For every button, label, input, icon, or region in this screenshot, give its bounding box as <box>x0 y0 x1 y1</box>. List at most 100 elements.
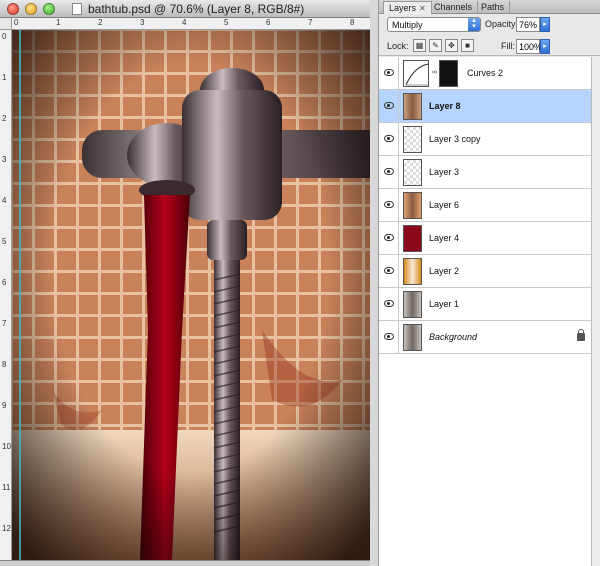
blend-row: Multiply ▴ ▾ Opacity: 76% ▸ <box>379 14 600 36</box>
layer-name: Layer 1 <box>429 299 460 309</box>
select-arrows-icon: ▴ ▾ <box>468 17 480 31</box>
eye-icon <box>384 333 394 340</box>
ruler-tick-label: 11 <box>2 483 11 492</box>
opacity-input[interactable]: 76% <box>516 17 540 32</box>
ruler-tick-label: 7 <box>308 18 313 27</box>
tab-paths[interactable]: Paths <box>476 1 511 14</box>
lock-transparent-pixels-button[interactable]: ▦ <box>413 39 426 52</box>
layer-row-layer-2[interactable]: Layer 2 <box>379 255 591 288</box>
tab-layers[interactable]: Layers ✕ <box>383 1 432 14</box>
layer-row-background[interactable]: Background <box>379 321 591 354</box>
layer-row-layer-8[interactable]: Layer 8 <box>379 90 591 123</box>
layer-row-layer-3[interactable]: Layer 3 <box>379 156 591 189</box>
lock-all-button[interactable]: ■ <box>461 39 474 52</box>
tab-label: Paths <box>481 2 505 12</box>
ruler-origin[interactable] <box>0 18 12 30</box>
visibility-toggle[interactable] <box>379 156 399 188</box>
opacity-slider-button[interactable]: ▸ <box>540 17 550 32</box>
visibility-toggle[interactable] <box>379 90 399 122</box>
visibility-toggle[interactable] <box>379 321 399 353</box>
eye-icon <box>384 69 394 76</box>
visibility-toggle[interactable] <box>379 222 399 254</box>
curves-adjustment-icon <box>403 60 429 87</box>
mask-link-icon: ∞ <box>432 69 437 76</box>
visibility-toggle[interactable] <box>379 255 399 287</box>
opacity-label: Opacity: <box>485 19 519 29</box>
eye-icon <box>384 234 394 241</box>
layer-row-curves-2[interactable]: ∞ Curves 2 <box>379 57 591 90</box>
blend-mode-value: Multiply <box>392 20 423 30</box>
guide-line[interactable] <box>19 30 21 560</box>
ruler-tick-label: 3 <box>140 18 145 27</box>
ruler-tick-label: 8 <box>2 360 7 369</box>
lock-row: Lock: ▦ ✎ ✥ ■ Fill: 100% ▸ <box>379 36 600 56</box>
ruler-tick-label: 1 <box>56 18 61 27</box>
ruler-tick-label: 0 <box>2 32 7 41</box>
close-icon[interactable]: ✕ <box>419 4 426 13</box>
layer-name: Layer 3 copy <box>429 134 481 144</box>
blend-mode-select[interactable]: Multiply ▴ ▾ <box>387 17 481 32</box>
layer-name: Layer 8 <box>429 101 461 111</box>
layers-panel: Layers ✕ Channels Paths Multiply ▴ ▾ Opaci… <box>378 0 600 566</box>
eye-icon <box>384 135 394 142</box>
layer-thumbnail <box>403 225 422 252</box>
ruler-tick-label: 2 <box>98 18 103 27</box>
ruler-tick-label: 8 <box>350 18 355 27</box>
document-window: bathtub.psd @ 70.6% (Layer 8, RGB/8#) 0 … <box>0 0 370 566</box>
tab-label: Layers <box>389 3 417 13</box>
layer-row-layer-1[interactable]: Layer 1 <box>379 288 591 321</box>
layer-row-layer-4[interactable]: Layer 4 <box>379 222 591 255</box>
layers-scrollbar[interactable] <box>591 57 600 566</box>
ruler-tick-label: 6 <box>266 18 271 27</box>
eye-icon <box>384 102 394 109</box>
zoom-window-button[interactable] <box>43 3 55 15</box>
lock-label: Lock: <box>387 41 409 51</box>
horizontal-ruler[interactable]: 0 1 2 3 4 5 6 7 8 <box>12 18 370 30</box>
ruler-tick-label: 7 <box>2 319 7 328</box>
tab-channels[interactable]: Channels <box>429 1 479 14</box>
ruler-tick-label: 4 <box>182 18 187 27</box>
visibility-toggle[interactable] <box>379 288 399 320</box>
panel-tabs: Layers ✕ Channels Paths <box>379 0 600 14</box>
document-icon <box>72 3 82 15</box>
fill-input[interactable]: 100% <box>516 39 542 54</box>
bathtub-photo <box>12 30 370 560</box>
fill-slider-button[interactable]: ▸ <box>540 39 550 54</box>
close-window-button[interactable] <box>7 3 19 15</box>
ruler-tick-label: 6 <box>2 278 7 287</box>
layer-row-layer-6[interactable]: Layer 6 <box>379 189 591 222</box>
eye-icon <box>384 267 394 274</box>
layer-thumbnail <box>403 93 422 120</box>
ruler-tick-label: 12 <box>2 524 11 533</box>
layer-mask-thumbnail[interactable] <box>439 60 458 87</box>
ruler-tick-label: 9 <box>2 401 7 410</box>
layer-name: Layer 6 <box>429 200 460 210</box>
eye-icon <box>384 168 394 175</box>
vertical-ruler[interactable]: 0 1 2 3 4 5 6 7 8 9 10 11 12 <box>0 30 12 560</box>
layer-thumbnail <box>403 126 422 153</box>
ruler-tick-label: 5 <box>224 18 229 27</box>
ruler-tick-label: 2 <box>2 114 7 123</box>
visibility-toggle[interactable] <box>379 189 399 221</box>
visibility-toggle[interactable] <box>379 57 399 89</box>
ruler-tick-label: 10 <box>2 442 11 451</box>
tab-label: Channels <box>434 2 473 12</box>
minimize-window-button[interactable] <box>25 3 37 15</box>
lock-icon <box>577 329 585 341</box>
ruler-tick-label: 0 <box>14 18 19 27</box>
layer-thumbnail <box>403 159 422 186</box>
eye-icon <box>384 201 394 208</box>
ruler-tick-label: 1 <box>2 73 7 82</box>
layer-thumbnail <box>403 324 422 351</box>
layer-name: Layer 2 <box>429 266 460 276</box>
title-bar[interactable]: bathtub.psd @ 70.6% (Layer 8, RGB/8#) <box>0 0 370 18</box>
lock-position-button[interactable]: ✥ <box>445 39 458 52</box>
layer-row-layer-3-copy[interactable]: Layer 3 copy <box>379 123 591 156</box>
visibility-toggle[interactable] <box>379 123 399 155</box>
layer-name: Curves 2 <box>467 68 504 78</box>
eye-icon <box>384 300 394 307</box>
image-canvas[interactable] <box>12 30 370 560</box>
layer-name: Background <box>429 332 478 342</box>
lock-image-pixels-button[interactable]: ✎ <box>429 39 442 52</box>
layer-name: Layer 4 <box>429 233 460 243</box>
